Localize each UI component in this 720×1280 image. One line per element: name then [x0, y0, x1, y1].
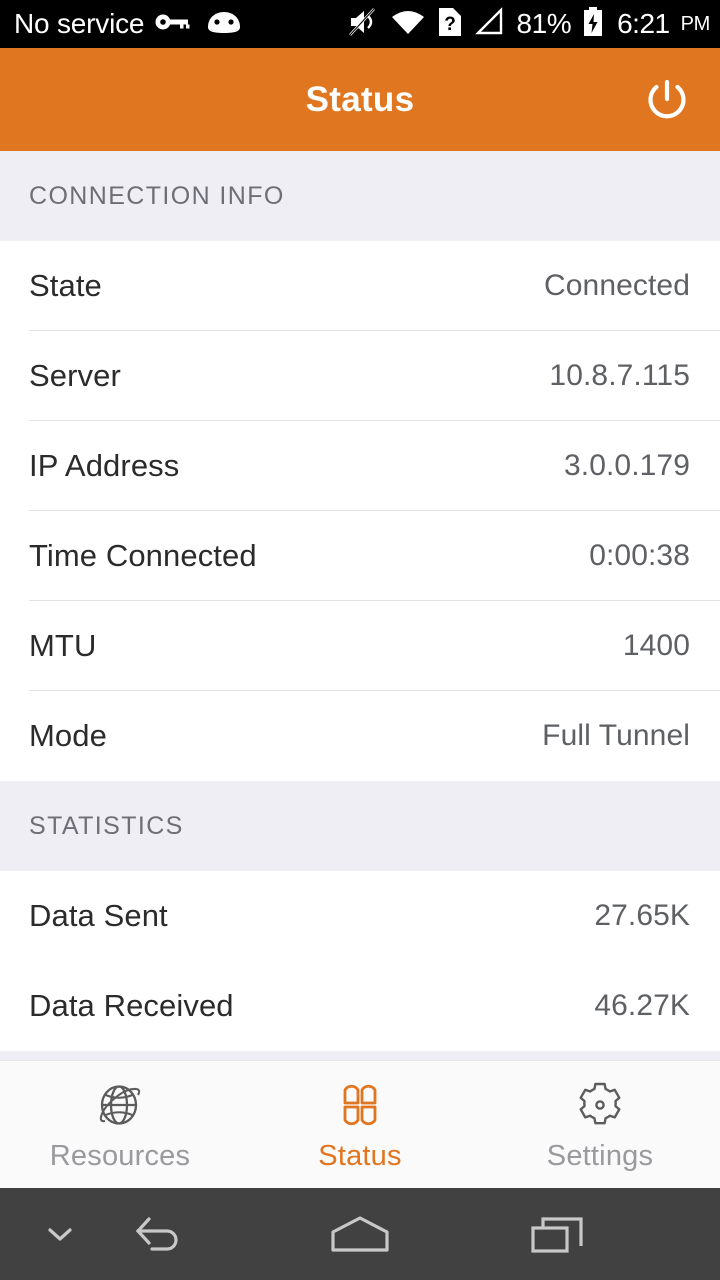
vpn-key-icon [154, 10, 194, 39]
bottom-tab-bar: Resources Status Settings [0, 1060, 720, 1188]
row-value: Full Tunnel [542, 719, 690, 752]
row-value: 46.27K [594, 989, 690, 1022]
list-bottom-spacer [0, 1051, 720, 1060]
table-row: IP Address 3.0.0.179 [0, 421, 720, 511]
android-robot-icon [204, 9, 244, 40]
row-value: 10.8.7.115 [549, 359, 690, 392]
tab-resources[interactable]: Resources [0, 1061, 240, 1188]
system-status-bar: No service ? 81% 6:21 PM [0, 0, 720, 48]
tab-label-settings: Settings [546, 1140, 654, 1172]
table-row: Time Connected 0:00:38 [0, 511, 720, 601]
tab-label-resources: Resources [49, 1140, 191, 1172]
home-icon[interactable] [310, 1188, 410, 1280]
status-bar-right: ? 81% 6:21 PM [347, 6, 710, 43]
table-row: Mode Full Tunnel [0, 691, 720, 781]
row-value: 0:00:38 [589, 539, 690, 572]
row-label: Data Received [29, 988, 234, 1023]
status-bar-left: No service [14, 8, 244, 40]
table-row: Server 10.8.7.115 [0, 331, 720, 421]
row-label: Time Connected [29, 538, 257, 573]
section-header-label: CONNECTION INFO [29, 181, 285, 210]
row-value: Connected [543, 269, 690, 302]
android-navigation-bar [0, 1188, 720, 1280]
section-header: STATISTICS [0, 781, 720, 871]
clock-label: 6:21 [617, 8, 670, 39]
gear-icon [573, 1076, 627, 1134]
cell-signal-icon [474, 6, 506, 42]
tab-label-status: Status [318, 1140, 402, 1172]
battery-charging-icon [582, 6, 604, 43]
collapse-keyboard-icon[interactable] [20, 1188, 100, 1280]
clover-icon [333, 1076, 387, 1134]
row-label: State [29, 268, 102, 303]
row-value: 27.65K [594, 899, 690, 932]
app-toolbar: Status [0, 48, 720, 151]
globe-icon [93, 1076, 147, 1134]
volume-muted-icon [347, 7, 379, 42]
section-header: CONNECTION INFO [0, 151, 720, 241]
carrier-label: No service [14, 8, 145, 39]
recents-icon[interactable] [510, 1188, 610, 1280]
row-label: Mode [29, 718, 107, 753]
table-row: Data Sent 27.65K [0, 871, 720, 961]
table-row: Data Received 46.27K [0, 961, 720, 1051]
row-label: Data Sent [29, 898, 168, 933]
row-label: MTU [29, 628, 97, 663]
page-title: Status [305, 79, 415, 119]
row-label: Server [29, 358, 121, 393]
status-list: CONNECTION INFO State Connected Server 10.8.… [0, 151, 720, 1060]
table-row: MTU 1400 [0, 601, 720, 691]
wifi-icon [390, 8, 426, 41]
table-row: State Connected [0, 241, 720, 331]
power-icon[interactable] [636, 69, 698, 131]
section-header-label: STATISTICS [29, 811, 184, 840]
phone-screen: No service ? 81% 6:21 PM Status CONNECTI… [0, 0, 720, 1280]
tab-status[interactable]: Status [240, 1061, 480, 1188]
clock-ampm-label: PM [680, 12, 711, 35]
battery-percent-label: 81% [516, 8, 572, 39]
tab-settings[interactable]: Settings [480, 1061, 720, 1188]
row-value: 1400 [622, 629, 690, 662]
back-icon[interactable] [110, 1188, 210, 1280]
row-label: IP Address [29, 448, 180, 483]
sim-missing-icon: ? [437, 6, 463, 43]
row-value: 3.0.0.179 [563, 449, 690, 482]
svg-text:?: ? [444, 14, 456, 35]
